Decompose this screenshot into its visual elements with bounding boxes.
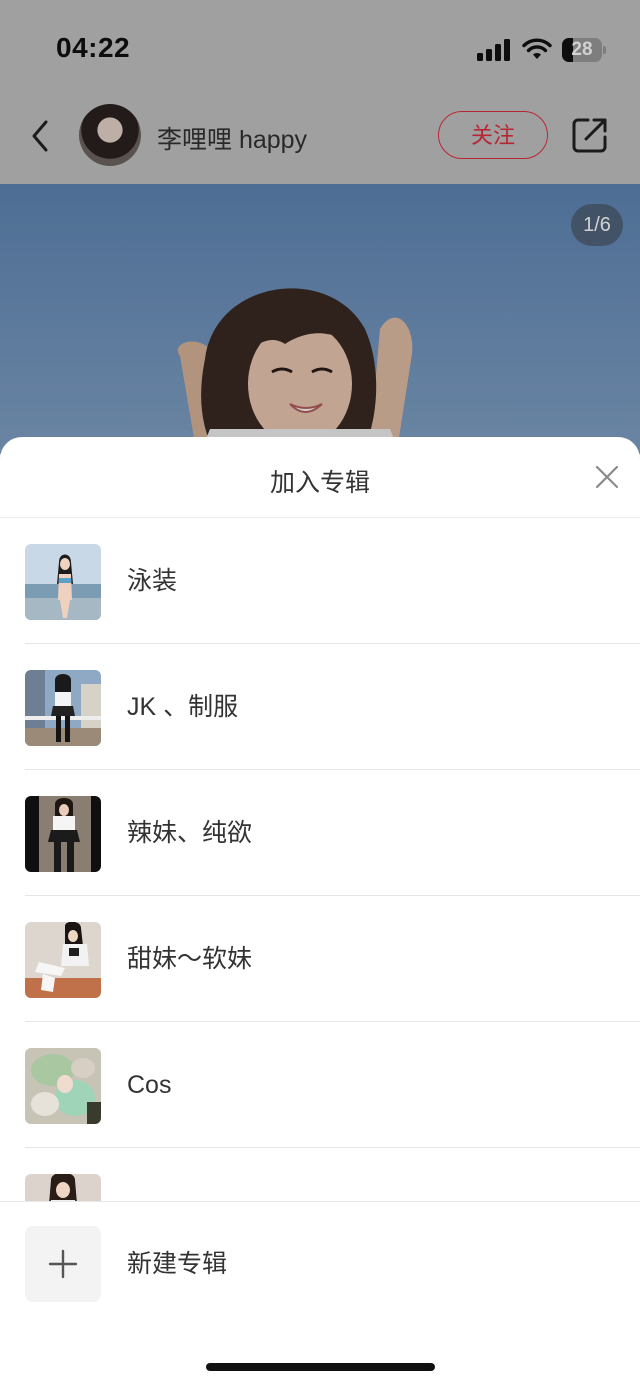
album-thumbnail (25, 796, 101, 872)
album-label: JK 、制服 (127, 693, 239, 721)
sheet-footer: 新建专辑 (0, 1201, 640, 1385)
album-thumbnail (25, 922, 101, 998)
album-item-partial[interactable] (0, 1148, 640, 1201)
album-item-jk-uniform[interactable]: JK 、制服 (0, 644, 640, 770)
album-thumbnail (25, 544, 101, 620)
album-label: Cos (127, 1071, 172, 1099)
sheet-title: 加入专辑 (269, 469, 370, 497)
album-item-swimwear[interactable]: 泳装 (0, 518, 640, 644)
album-item-sweet-girl[interactable]: 甜妹～软妹 (0, 896, 640, 1022)
sheet-header: 加入专辑 (0, 437, 640, 518)
album-label: 甜妹～软妹 (127, 945, 253, 973)
album-thumbnail (25, 1048, 101, 1124)
album-item-cos[interactable]: Cos (0, 1022, 640, 1148)
new-album-tile[interactable] (25, 1226, 101, 1302)
album-label: 泳装 (127, 567, 178, 595)
album-thumbnail (25, 670, 101, 746)
plus-icon (48, 1249, 78, 1279)
home-indicator[interactable] (206, 1363, 435, 1371)
album-list[interactable]: 泳装 JK 、制服 辣妹、纯欲 甜妹～软妹 Cos (0, 518, 640, 1201)
album-thumbnail (25, 1174, 101, 1201)
close-icon[interactable] (594, 464, 620, 490)
album-item-hot-girl[interactable]: 辣妹、纯欲 (0, 770, 640, 896)
add-to-album-sheet: 加入专辑 泳装 JK 、制服 辣妹、纯欲 甜妹～软妹 Cos 新建专辑 (0, 437, 640, 1385)
album-label: 辣妹、纯欲 (127, 819, 253, 847)
new-album-button[interactable]: 新建专辑 (0, 1202, 640, 1326)
new-album-label: 新建专辑 (127, 1250, 228, 1278)
